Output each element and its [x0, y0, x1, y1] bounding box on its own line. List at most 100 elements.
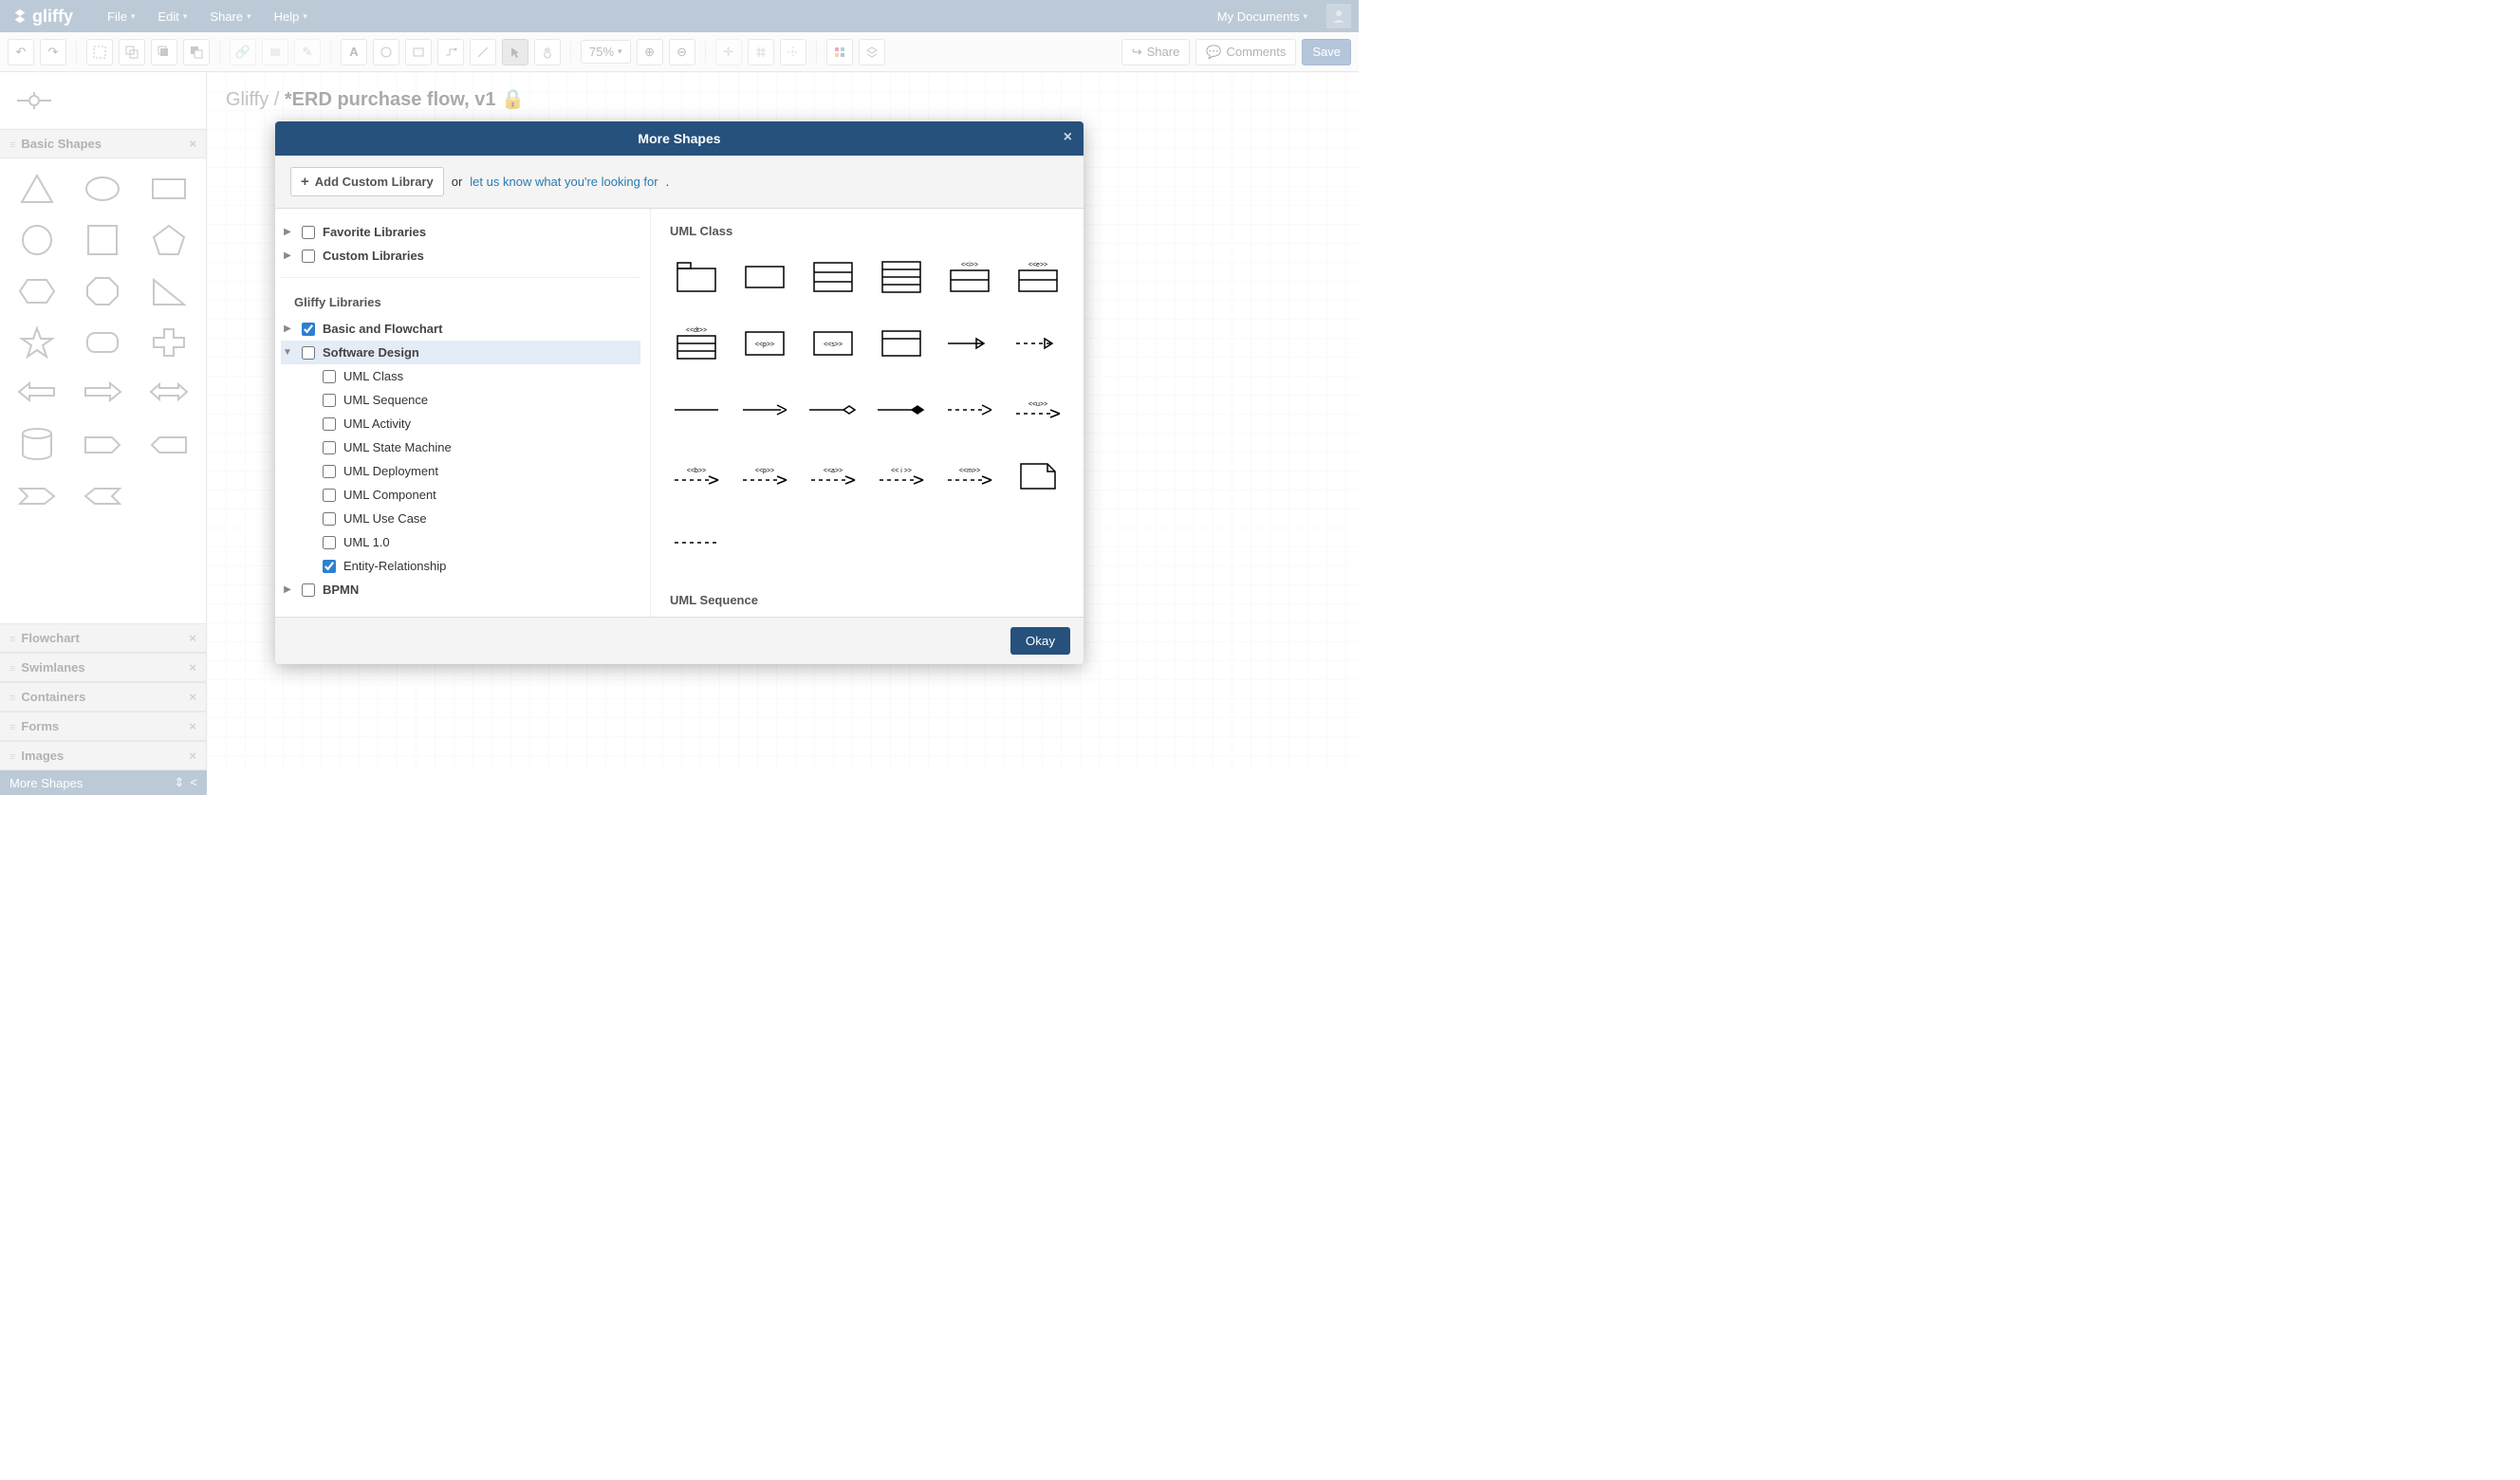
shape-interface[interactable]: <<i>>: [943, 255, 996, 299]
ellipse-tool[interactable]: [373, 39, 399, 65]
shape-open-arrow[interactable]: [943, 322, 996, 365]
text-tool[interactable]: A: [341, 39, 367, 65]
note-button[interactable]: [262, 39, 288, 65]
collapse-icon[interactable]: ⇕: [175, 775, 185, 790]
save-button[interactable]: Save: [1302, 39, 1351, 65]
menu-file[interactable]: File▾: [96, 4, 146, 29]
close-icon[interactable]: ×: [189, 690, 196, 704]
clear-button[interactable]: ✎: [294, 39, 321, 65]
ungroup-button[interactable]: [119, 39, 145, 65]
shape-bind-arrow[interactable]: <<b>>: [670, 454, 723, 498]
grid-button[interactable]: [748, 39, 774, 65]
shape-rectangle[interactable]: [146, 170, 192, 208]
my-documents-link[interactable]: My Documents▾: [1206, 4, 1319, 29]
close-icon[interactable]: ×: [189, 719, 196, 733]
bpmn-checkbox[interactable]: [302, 583, 315, 597]
send-back-button[interactable]: [183, 39, 210, 65]
tree-uml-deployment[interactable]: UML Deployment: [281, 459, 640, 483]
shape-tag-left[interactable]: [146, 426, 192, 464]
favorite-checkbox[interactable]: [302, 226, 315, 239]
tree-bpmn[interactable]: ▶BPMN: [281, 578, 640, 601]
shape-class-3[interactable]: [806, 255, 860, 299]
menu-help[interactable]: Help▾: [263, 4, 319, 29]
software-checkbox[interactable]: [302, 346, 315, 360]
tree-uml-activity[interactable]: UML Activity: [281, 412, 640, 435]
zoom-out-button[interactable]: ⊖: [669, 39, 695, 65]
shape-arrow[interactable]: [738, 388, 791, 432]
hide-sidebar-icon[interactable]: <: [190, 775, 197, 790]
shape-arrow-right[interactable]: [80, 375, 125, 413]
tree-custom-libraries[interactable]: ▶Custom Libraries: [281, 244, 640, 268]
shape-square[interactable]: [80, 221, 125, 259]
shape-signal[interactable]: <<s>>: [806, 322, 860, 365]
feedback-link[interactable]: let us know what you're looking for: [470, 175, 658, 189]
shape-package[interactable]: [670, 255, 723, 299]
shape-chevron-left[interactable]: [80, 477, 125, 515]
shape-arrow-both[interactable]: [146, 375, 192, 413]
shape-chevron-right[interactable]: [14, 477, 60, 515]
shape-cylinder[interactable]: [14, 426, 60, 464]
shape-diamond-open[interactable]: [806, 388, 860, 432]
shape-use-arrow[interactable]: <<u>>: [1011, 388, 1065, 432]
tree-uml-state[interactable]: UML State Machine: [281, 435, 640, 459]
shape-permit-arrow[interactable]: <<p>>: [738, 454, 791, 498]
group-button[interactable]: [86, 39, 113, 65]
connector-style-icon[interactable]: [0, 72, 206, 129]
tree-uml-10[interactable]: UML 1.0: [281, 530, 640, 554]
shape-star[interactable]: [14, 324, 60, 361]
shape-enum[interactable]: <<e>>: [1011, 255, 1065, 299]
close-icon[interactable]: ×: [189, 749, 196, 763]
custom-checkbox[interactable]: [302, 250, 315, 263]
shape-datatype[interactable]: <<dt>>: [670, 322, 723, 365]
more-shapes-link[interactable]: More Shapes: [9, 776, 83, 790]
tree-software-design[interactable]: ▼Software Design: [281, 341, 640, 364]
comments-button[interactable]: 💬 Comments: [1195, 39, 1296, 65]
shape-dashed-open-arrow[interactable]: [1011, 322, 1065, 365]
layers-button[interactable]: [859, 39, 885, 65]
rect-tool[interactable]: [405, 39, 432, 65]
pointer-tool[interactable]: [502, 39, 528, 65]
shape-dashed-line[interactable]: [670, 521, 723, 564]
panel-flowchart[interactable]: ≡Flowchart×: [0, 623, 206, 653]
shape-dashed-arrow[interactable]: [943, 388, 996, 432]
pan-tool[interactable]: [534, 39, 561, 65]
snap-button[interactable]: ✛: [715, 39, 742, 65]
shape-pentagon[interactable]: [146, 221, 192, 259]
shape-primitive[interactable]: <<p>>: [738, 322, 791, 365]
shape-rounded-rect[interactable]: [80, 324, 125, 361]
close-icon[interactable]: ×: [189, 137, 196, 151]
tree-uml-usecase[interactable]: UML Use Case: [281, 507, 640, 530]
shape-circle[interactable]: [14, 221, 60, 259]
shape-right-triangle[interactable]: [146, 272, 192, 310]
tree-uml-sequence[interactable]: UML Sequence: [281, 388, 640, 412]
okay-button[interactable]: Okay: [1010, 627, 1070, 655]
panel-containers[interactable]: ≡Containers×: [0, 682, 206, 712]
link-button[interactable]: 🔗: [230, 39, 256, 65]
shape-hexagon[interactable]: [14, 272, 60, 310]
zoom-select[interactable]: 75%▾: [581, 40, 631, 64]
panel-forms[interactable]: ≡Forms×: [0, 712, 206, 741]
shape-plus[interactable]: [146, 324, 192, 361]
add-custom-library-button[interactable]: +Add Custom Library: [290, 167, 444, 196]
shape-tag-right[interactable]: [80, 426, 125, 464]
shape-octagon[interactable]: [80, 272, 125, 310]
menu-share[interactable]: Share▾: [198, 4, 262, 29]
shape-triangle[interactable]: [14, 170, 60, 208]
undo-button[interactable]: ↶: [8, 39, 34, 65]
line-tool[interactable]: [470, 39, 496, 65]
shape-header-rect[interactable]: [875, 322, 928, 365]
shape-arrow-left[interactable]: [14, 375, 60, 413]
zoom-in-button[interactable]: ⊕: [637, 39, 663, 65]
shape-solid-line[interactable]: [670, 388, 723, 432]
close-icon[interactable]: ×: [189, 660, 196, 675]
shape-merge-arrow[interactable]: <<m>>: [943, 454, 996, 498]
theme-button[interactable]: [826, 39, 853, 65]
modal-close-button[interactable]: ×: [1064, 129, 1072, 146]
panel-swimlanes[interactable]: ≡Swimlanes×: [0, 653, 206, 682]
user-avatar[interactable]: [1326, 4, 1351, 28]
tree-uml-class[interactable]: UML Class: [281, 364, 640, 388]
tree-entity-relationship[interactable]: Entity-Relationship: [281, 554, 640, 578]
connector-tool[interactable]: [437, 39, 464, 65]
redo-button[interactable]: ↷: [40, 39, 66, 65]
close-icon[interactable]: ×: [189, 631, 196, 645]
